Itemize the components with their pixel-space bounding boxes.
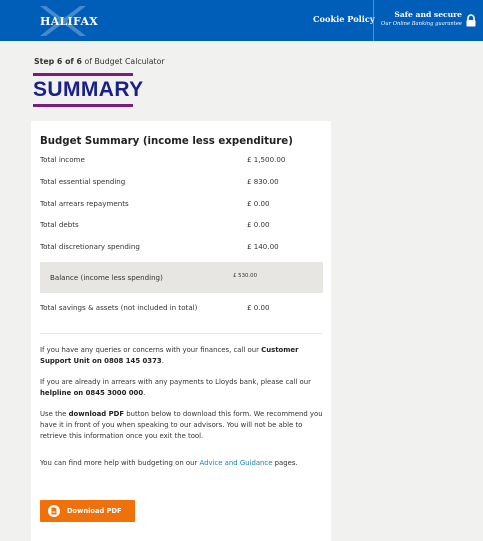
help-text: You can find more help with budgeting on… — [40, 459, 200, 467]
download-paragraph: Use the download PDF button below to dow… — [40, 409, 323, 442]
row-value: £ 0.00 — [247, 220, 270, 229]
padlock-icon — [466, 14, 476, 27]
support-paragraph: If you have any queries or concerns with… — [40, 345, 323, 367]
arrears-paragraph: If you are already in arrears with any p… — [40, 377, 323, 399]
savings-label: Total savings & assets (not included in … — [40, 303, 198, 312]
summary-row: Total arrears repayments £ 0.00 — [40, 199, 320, 213]
row-value: £ 0.00 — [247, 199, 270, 208]
safe-subtitle: Our Online Banking guarantee — [381, 21, 462, 27]
safe-title: Safe and secure — [394, 10, 462, 19]
summary-row: Total income £ 1,500.00 — [40, 155, 320, 169]
section-divider — [40, 333, 323, 334]
balance-value: £ 530.00 — [233, 273, 258, 279]
support-text: If you have any queries or concerns with… — [40, 346, 262, 354]
balance-label: Balance (income less spending) — [50, 273, 163, 282]
download-pdf-button[interactable]: Download PDF — [40, 500, 135, 522]
savings-row: Total savings & assets (not included in … — [40, 303, 320, 317]
summary-content: Budget Summary (income less expenditure)… — [31, 0, 331, 541]
summary-row: Total essential spending £ 830.00 — [40, 177, 320, 191]
row-label: Total discretionary spending — [40, 242, 140, 251]
row-label: Total income — [40, 155, 85, 164]
help-text-end: pages. — [272, 459, 298, 467]
row-label: Total arrears repayments — [40, 199, 129, 208]
download-pdf-label: Download PDF — [67, 507, 122, 515]
row-value: £ 830.00 — [247, 177, 279, 186]
row-value: £ 1,500.00 — [247, 155, 286, 164]
row-value: £ 140.00 — [247, 242, 279, 251]
help-paragraph: You can find more help with budgeting on… — [40, 458, 323, 469]
support-text-end: . — [161, 357, 164, 365]
arrears-text: If you are already in arrears with any p… — [40, 378, 311, 386]
arrears-text-end: . — [143, 389, 146, 397]
pdf-icon — [48, 505, 60, 517]
safe-and-secure-link[interactable]: Safe and secure Our Online Banking guara… — [380, 10, 462, 27]
helpline-phone: helpline on 0845 3000 000 — [40, 389, 144, 397]
summary-row: Total debts £ 0.00 — [40, 220, 320, 234]
download-pdf-mention: download PDF — [68, 410, 125, 418]
savings-value: £ 0.00 — [247, 303, 270, 312]
summary-heading: Budget Summary (income less expenditure) — [40, 136, 293, 147]
advice-guidance-link[interactable]: Advice and Guidance — [200, 459, 273, 467]
row-label: Total essential spending — [40, 177, 126, 186]
row-label: Total debts — [40, 220, 79, 229]
download-text: Use the — [40, 410, 69, 418]
balance-row: Balance (income less spending) £ 530.00 — [40, 262, 323, 293]
summary-row: Total discretionary spending £ 140.00 — [40, 242, 320, 256]
header-divider — [373, 0, 374, 41]
